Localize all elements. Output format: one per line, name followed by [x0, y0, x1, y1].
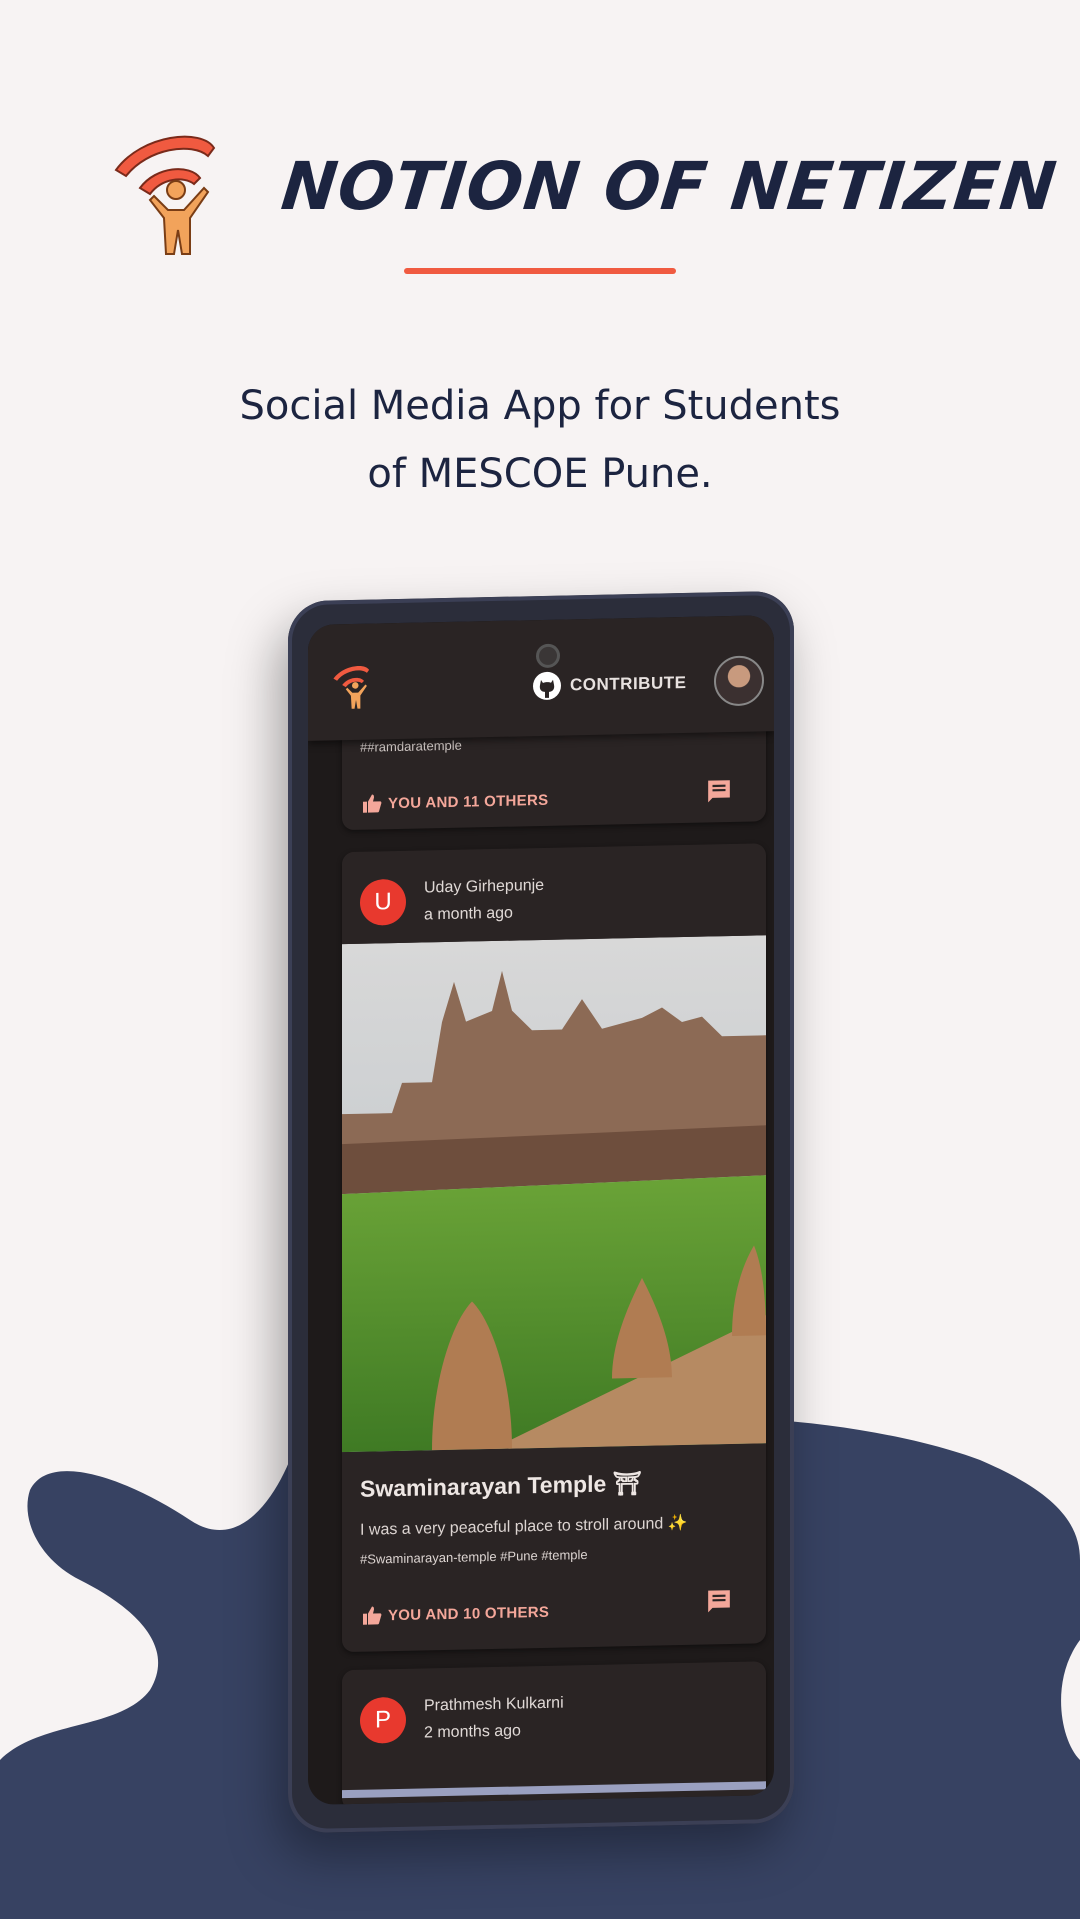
phone-mockup: CONTRIBUTE ##ramdaratemple YOU AND 11 OT…: [288, 590, 794, 1834]
post-hashtags: #Swaminarayan-temple #Pune #temple: [360, 1547, 588, 1567]
comment-icon[interactable]: [706, 1588, 732, 1615]
thumbs-up-icon: [363, 1606, 382, 1625]
phone-screen: CONTRIBUTE ##ramdaratemple YOU AND 11 OT…: [308, 615, 774, 1805]
contribute-button[interactable]: CONTRIBUTE: [532, 665, 686, 704]
thumbs-up-icon: [363, 794, 382, 813]
comment-icon[interactable]: [706, 778, 732, 805]
app-logo-icon[interactable]: [332, 662, 372, 713]
post-card: U Uday Girhepunje a month ago Swaminaray…: [342, 843, 766, 1653]
tagline-line-1: Social Media App for Students: [239, 383, 841, 429]
wifi-person-logo-icon: [114, 135, 216, 255]
tagline: Social Media App for Students of MESCOE …: [140, 372, 940, 508]
author-name: Prathmesh Kulkarni: [424, 1694, 564, 1715]
profile-avatar[interactable]: [714, 655, 764, 707]
author-name: Uday Girhepunje: [424, 876, 545, 897]
author-avatar: P: [360, 1696, 406, 1744]
tagline-line-2: of MESCOE Pune.: [367, 451, 713, 497]
post-text: I was a very peaceful place to stroll ar…: [360, 1514, 688, 1539]
promo-header: NOTION OF NETIZEN Social Media App for S…: [0, 0, 1080, 560]
post-author[interactable]: U Uday Girhepunje a month ago: [360, 872, 544, 930]
post-image[interactable]: [342, 935, 766, 1453]
like-count: YOU AND 11 OTHERS: [388, 791, 549, 812]
like-count: YOU AND 10 OTHERS: [388, 1603, 550, 1624]
post-author[interactable]: P Prathmesh Kulkarni 2 months ago: [360, 1690, 564, 1748]
contribute-label: CONTRIBUTE: [570, 672, 687, 695]
app-title: NOTION OF NETIZEN: [277, 148, 1061, 225]
app-bar: CONTRIBUTE: [308, 615, 774, 741]
like-button[interactable]: YOU AND 10 OTHERS: [362, 1602, 549, 1626]
post-time: a month ago: [424, 904, 513, 924]
front-camera: [536, 643, 560, 669]
github-icon: [533, 671, 561, 700]
post-time: 2 months ago: [424, 1722, 521, 1742]
title-underline: [404, 268, 676, 274]
like-button[interactable]: YOU AND 11 OTHERS: [362, 790, 548, 814]
post-hashtags: ##ramdaratemple: [360, 737, 462, 755]
post-title: Swaminarayan Temple ⛩: [360, 1469, 642, 1502]
author-avatar: U: [360, 878, 406, 926]
